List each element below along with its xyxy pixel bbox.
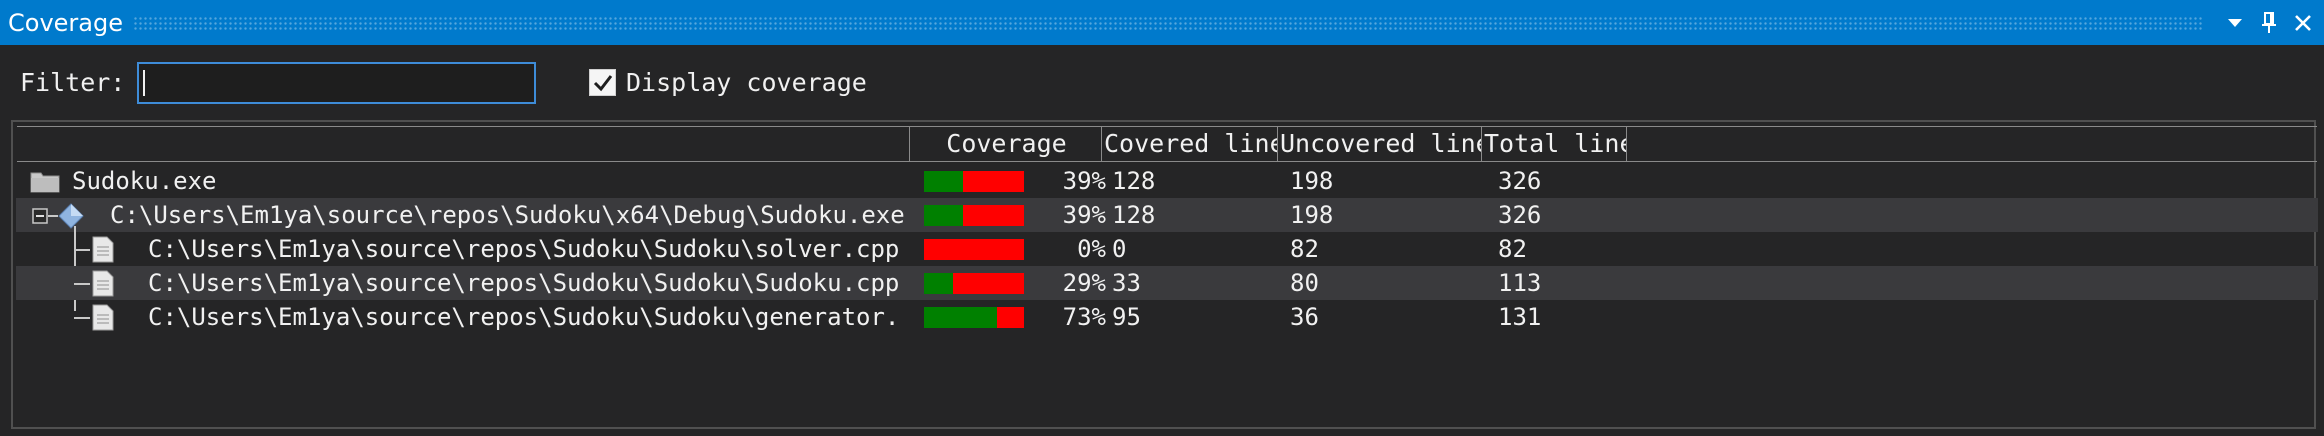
coverage-bar [924,239,1024,260]
close-button[interactable] [2286,0,2320,45]
coverage-bar-fill [924,205,963,226]
total-lines: 326 [1498,167,1542,195]
coverage-tree-grid[interactable]: Coverage Covered line Uncovered line Tot… [11,120,2318,429]
tree-connector [48,215,58,217]
close-icon [2295,14,2311,31]
table-row[interactable]: C:\Users\Em1ya\source\repos\Sudoku\Sudok… [16,266,2318,300]
tree-connector [74,249,90,251]
column-header-uncovered-line[interactable]: Uncovered line [1277,127,1481,161]
display-coverage-label[interactable]: Display coverage [626,68,867,97]
column-header-coverage[interactable]: Coverage [909,127,1101,161]
table-row[interactable]: C:\Users\Em1ya\source\repos\Sudoku\Sudok… [16,232,2318,266]
coverage-bar [924,171,1024,192]
coverage-bar-fill [924,171,963,192]
coverage-bar [924,307,1024,328]
folder-icon [30,172,60,193]
covered-lines: 95 [1112,303,1141,331]
collapse-icon[interactable] [32,208,48,224]
coverage-bar [924,273,1024,294]
tree-connector [74,283,90,285]
checkmark-icon [593,74,612,91]
window-title: Coverage [8,8,123,37]
tree-connector [74,317,90,319]
row-name: C:\Users\Em1ya\source\repos\Sudoku\Sudok… [148,269,900,297]
file-icon [92,304,114,331]
coverage-percent: 29% [1062,269,1106,297]
display-coverage-checkbox[interactable] [589,69,616,96]
coverage-percent: 39% [1062,201,1106,229]
uncovered-lines: 80 [1290,269,1319,297]
file-icon [92,270,114,297]
filter-label: Filter: [20,68,126,97]
uncovered-lines: 82 [1290,235,1319,263]
column-header-total-line[interactable]: Total line [1481,127,1627,161]
column-header-covered-line[interactable]: Covered line [1101,127,1277,161]
row-name: C:\Users\Em1ya\source\repos\Sudoku\Sudok… [148,235,900,263]
uncovered-lines: 36 [1290,303,1319,331]
uncovered-lines: 198 [1290,201,1334,229]
coverage-bar-fill [924,307,997,328]
module-icon [58,203,84,229]
row-name: C:\Users\Em1ya\source\repos\Sudoku\x64\D… [110,201,905,229]
filter-input[interactable] [137,62,536,104]
coverage-percent: 73% [1062,303,1106,331]
covered-lines: 128 [1112,167,1156,195]
table-row[interactable]: C:\Users\Em1ya\source\repos\Sudoku\Sudok… [16,300,2318,334]
coverage-percent: 39% [1062,167,1106,195]
coverage-bar-fill [924,273,953,294]
total-lines: 113 [1498,269,1542,297]
total-lines: 82 [1498,235,1527,263]
column-header-row: Coverage Covered line Uncovered line Tot… [17,126,2317,162]
dropdown-button[interactable] [2218,0,2252,45]
uncovered-lines: 198 [1290,167,1334,195]
row-name: C:\Users\Em1ya\source\repos\Sudoku\Sudok… [148,303,900,331]
total-lines: 131 [1498,303,1542,331]
covered-lines: 128 [1112,201,1156,229]
pin-button[interactable] [2252,0,2286,45]
title-bar: Coverage [0,0,2324,45]
pin-icon [2262,11,2276,33]
file-icon [92,236,114,263]
coverage-bar [924,205,1024,226]
table-row[interactable]: Sudoku.exe 39% 128 198 326 [16,164,2318,198]
text-cursor [143,70,145,96]
column-header-name[interactable] [17,127,909,161]
total-lines: 326 [1498,201,1542,229]
covered-lines: 33 [1112,269,1141,297]
row-name: Sudoku.exe [72,167,217,195]
table-row[interactable]: C:\Users\Em1ya\source\repos\Sudoku\x64\D… [16,198,2318,232]
coverage-percent: 0% [1077,235,1106,263]
title-grip[interactable] [132,15,2202,30]
covered-lines: 0 [1112,235,1127,263]
chevron-down-icon [2228,18,2242,27]
filter-row: Filter: Display coverage [0,60,2324,106]
